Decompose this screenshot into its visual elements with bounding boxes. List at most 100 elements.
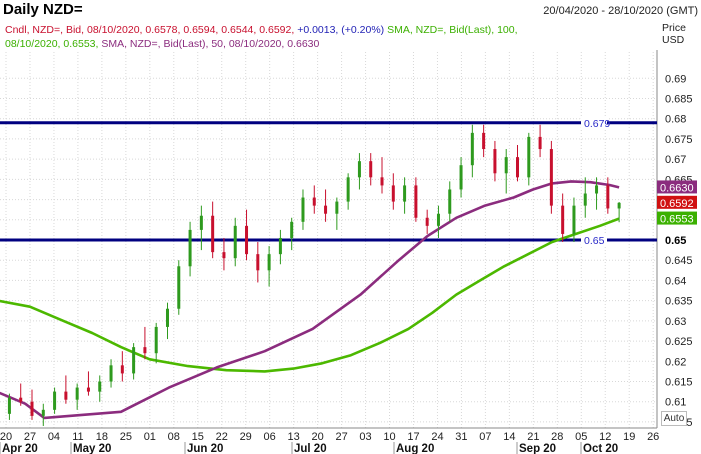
x-tick-label: 06	[264, 431, 276, 443]
candle-body	[436, 213, 440, 226]
candle-body	[335, 201, 339, 214]
candle-body	[459, 165, 463, 190]
candle-body	[290, 221, 294, 238]
candle-body	[120, 365, 124, 374]
reference-line-label: 0.65	[584, 235, 605, 247]
candle-body	[595, 185, 599, 194]
candle-body	[538, 136, 542, 150]
candle-body	[222, 252, 226, 259]
candle-body	[41, 409, 45, 416]
candle-body	[617, 202, 621, 209]
candle-body	[199, 215, 203, 230]
price-tag-label: 0.6630	[660, 182, 694, 194]
x-tick-label: 05	[575, 431, 587, 443]
candle-body	[425, 217, 429, 226]
y-tick-label: 0.65	[665, 235, 686, 247]
x-tick-label: 15	[192, 431, 204, 443]
x-month-label: Apr 20	[2, 443, 38, 454]
candle-body	[278, 237, 282, 255]
x-tick-label: 28	[551, 431, 563, 443]
candle-body	[403, 185, 407, 202]
y-tick-label: 0.635	[665, 296, 693, 308]
candle-body	[19, 397, 23, 402]
candle-body	[357, 161, 361, 178]
candle-body	[132, 347, 136, 374]
candle-body	[7, 397, 11, 414]
x-tick-label: 31	[455, 431, 467, 443]
candle-body	[30, 401, 34, 416]
x-tick-label: 04	[48, 431, 60, 443]
x-tick-label: 01	[144, 431, 156, 443]
x-month-label: Oct 20	[583, 443, 618, 454]
price-tag-label: 0.6592	[660, 198, 694, 210]
x-tick-label: 12	[599, 431, 611, 443]
candle-body	[583, 193, 587, 206]
candle-body	[549, 149, 553, 206]
candle-body	[256, 254, 260, 271]
candle-body	[572, 205, 576, 234]
auto-scale-button[interactable]: Auto	[661, 411, 687, 426]
x-tick-label: 27	[335, 431, 347, 443]
x-month-label: Aug 20	[396, 443, 434, 454]
candle-body	[165, 308, 169, 327]
x-month-label: Jun 20	[187, 443, 223, 454]
x-tick-label: 25	[120, 431, 132, 443]
x-tick-label: 20	[0, 431, 12, 443]
x-tick-label: 11	[72, 431, 83, 443]
y-tick-label: 0.69	[665, 73, 686, 85]
x-tick-label: 24	[431, 431, 443, 443]
candle-body	[177, 266, 181, 309]
candle-body	[527, 136, 531, 178]
candle-body	[154, 326, 158, 354]
candle-body	[470, 132, 474, 166]
x-tick-label: 14	[503, 431, 515, 443]
y-tick-label: 0.63	[665, 316, 686, 328]
x-tick-label: 07	[479, 431, 491, 443]
candle-body	[482, 132, 486, 150]
x-month-label: Sep 20	[519, 443, 556, 454]
candle-body	[414, 185, 418, 218]
candle-body	[380, 177, 384, 186]
candle-body	[86, 387, 90, 392]
candle-body	[98, 381, 102, 392]
candle-body	[109, 365, 113, 382]
candle-body	[346, 177, 350, 202]
candle-body	[211, 215, 215, 253]
x-tick-label: 03	[359, 431, 371, 443]
x-tick-label: 22	[216, 431, 228, 443]
y-tick-label: 0.67	[665, 154, 686, 166]
price-tag-label: 0.6553	[660, 214, 694, 226]
candle-body	[75, 387, 79, 400]
x-tick-label: 13	[288, 431, 300, 443]
reference-line-label: 0.679	[584, 118, 610, 130]
price-chart[interactable]: 0.690.6850.680.6750.670.6650.660.6550.65…	[0, 0, 701, 454]
candle-body	[267, 254, 271, 271]
y-tick-label: 0.68	[665, 114, 686, 126]
x-tick-label: 21	[527, 431, 539, 443]
x-tick-label: 29	[240, 431, 252, 443]
candle-body	[391, 185, 395, 202]
candle-body	[493, 149, 497, 174]
x-tick-label: 20	[311, 431, 323, 443]
x-tick-label: 26	[647, 431, 659, 443]
candle-body	[143, 347, 147, 354]
y-tick-label: 0.645	[665, 255, 693, 267]
y-tick-label: 0.61	[665, 397, 686, 409]
candle-body	[606, 185, 610, 209]
x-month-label: May 20	[73, 443, 111, 454]
x-tick-label: 17	[407, 431, 419, 443]
candle-body	[233, 225, 237, 259]
candle-body	[188, 229, 192, 267]
x-month-label: Jul 20	[294, 443, 327, 454]
y-tick-label: 0.64	[665, 275, 686, 287]
x-tick-label: 19	[623, 431, 635, 443]
candle-body	[64, 391, 68, 400]
candle-body	[516, 157, 520, 178]
x-tick-label: 08	[168, 431, 180, 443]
x-tick-label: 27	[24, 431, 36, 443]
candle-body	[448, 189, 452, 214]
candle-body	[561, 205, 565, 234]
candle-body	[324, 205, 328, 214]
y-tick-label: 0.615	[665, 377, 693, 389]
candle-body	[245, 225, 249, 255]
